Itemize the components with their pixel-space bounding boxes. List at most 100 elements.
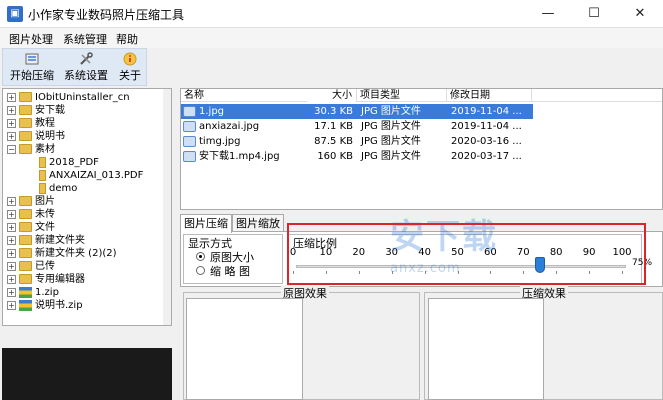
expand-icon[interactable]: + — [7, 209, 16, 219]
radio-original-size[interactable] — [196, 252, 205, 261]
window-title: 小作家专业数码照片压缩工具 — [28, 8, 185, 22]
close-button[interactable]: ✕ — [617, 0, 663, 28]
tree-item-label: 素材 — [35, 144, 55, 155]
file-type: JPG 图片文件 — [361, 121, 421, 132]
expand-icon[interactable]: + — [7, 105, 16, 115]
expand-icon[interactable]: + — [7, 261, 16, 271]
folder-icon — [19, 131, 32, 141]
tree-item[interactable]: +1.zip — [7, 286, 59, 299]
about-button[interactable]: 关于 — [116, 50, 144, 86]
folder-icon — [19, 274, 32, 284]
maximize-button[interactable]: ☐ — [571, 0, 617, 28]
tools-icon — [80, 52, 93, 65]
folder-icon — [19, 92, 32, 102]
file-date: 2020-03-17 ... — [451, 151, 522, 162]
compressed-image-box — [428, 298, 544, 400]
tree-item[interactable]: + IObitUninstaller_cn — [7, 91, 130, 104]
tree-item[interactable]: + 未传 — [7, 208, 55, 221]
original-image-box — [186, 298, 303, 400]
tree-subitem[interactable]: ANXAIZAI_013.PDF — [39, 169, 143, 182]
file-date: 2019-11-04 ... — [451, 121, 522, 132]
tab-zoom[interactable]: 图片缩放 — [232, 214, 284, 232]
system-settings-label: 系统设置 — [64, 69, 108, 82]
tree-item[interactable]: − 素材 — [7, 143, 55, 156]
radio-thumbnail-label[interactable]: 缩 略 图 — [210, 263, 250, 279]
start-compress-button[interactable]: 开始压缩 — [9, 50, 55, 86]
system-settings-button[interactable]: 系统设置 — [64, 50, 108, 86]
tree-item-label: 专用编辑器 — [35, 274, 85, 285]
file-type: JPG 图片文件 — [361, 136, 421, 147]
tab-compress[interactable]: 图片压缩 — [180, 214, 232, 233]
folder-icon — [19, 235, 32, 245]
menu-help[interactable]: 帮助 — [116, 31, 138, 47]
collapse-icon[interactable]: − — [7, 144, 16, 154]
folder-icon — [19, 118, 32, 128]
file-type: JPG 图片文件 — [361, 106, 421, 117]
expand-icon[interactable]: + — [7, 300, 16, 310]
zip-icon — [19, 299, 32, 311]
jpg-file-icon — [183, 104, 196, 119]
file-type: JPG 图片文件 — [361, 151, 421, 162]
expand-icon[interactable]: + — [7, 235, 16, 245]
radio-thumbnail[interactable] — [196, 266, 205, 275]
app-icon: ▣ — [7, 6, 23, 22]
tree-subitem[interactable]: demo — [39, 182, 77, 195]
tree-subitem[interactable]: 2018_PDF — [39, 156, 99, 169]
menu-system-management[interactable]: 系统管理 — [63, 31, 107, 47]
folder-icon — [19, 222, 32, 232]
file-name: 1.jpg — [199, 106, 225, 117]
tree-item[interactable]: + 新建文件夹 — [7, 234, 85, 247]
file-name: timg.jpg — [199, 136, 241, 147]
zip-icon — [19, 286, 32, 298]
file-date: 2020-03-16 ... — [451, 136, 522, 147]
tree-item[interactable]: + 文件 — [7, 221, 55, 234]
expand-icon[interactable]: + — [7, 274, 16, 284]
file-row-selected[interactable]: 1.jpg 30.3 KB JPG 图片文件 2019-11-04 ... — [181, 104, 533, 119]
file-row[interactable]: timg.jpg 87.5 KB JPG 图片文件 2020-03-16 ... — [181, 134, 662, 149]
file-row[interactable]: anxiazai.jpg 17.1 KB JPG 图片文件 2019-11-04… — [181, 119, 662, 134]
file-list[interactable]: 名称 大小 项目类型 修改日期 1.jpg 30.3 KB JPG 图片文件 2… — [180, 88, 663, 210]
expand-icon[interactable]: + — [7, 222, 16, 232]
tree-item-label: 教程 — [35, 118, 55, 129]
tree-item-label: 安下载 — [35, 105, 65, 116]
folder-tree[interactable]: + IObitUninstaller_cn + 安下载 + 教程 + 说明书 − 素材 2… — [2, 88, 172, 326]
column-header-date[interactable]: 修改日期 — [447, 89, 532, 102]
expand-icon[interactable]: + — [7, 287, 16, 297]
file-list-header: 名称 大小 项目类型 修改日期 — [181, 89, 662, 102]
menu-image-processing[interactable]: 图片处理 — [9, 31, 53, 47]
file-size: 17.1 KB — [314, 121, 353, 132]
pane-splitter[interactable] — [173, 88, 179, 400]
file-name: 安下载1.mp4.jpg — [199, 151, 280, 162]
tree-item[interactable]: + 新建文件夹 (2)(2) — [7, 247, 117, 260]
tree-item[interactable]: + 安下载 — [7, 104, 65, 117]
file-row[interactable]: 安下载1.mp4.jpg 160 KB JPG 图片文件 2020-03-17 … — [181, 149, 662, 164]
expand-icon[interactable]: + — [7, 131, 16, 141]
tree-item[interactable]: + 教程 — [7, 117, 55, 130]
tree-item[interactable]: + 专用编辑器 — [7, 273, 85, 286]
compress-icon — [25, 53, 39, 65]
folder-icon — [19, 248, 32, 258]
folder-icon — [19, 105, 32, 115]
expand-icon[interactable]: + — [7, 196, 16, 206]
expand-icon[interactable]: + — [7, 248, 16, 258]
highlight-annotation-box — [287, 223, 646, 285]
tree-item-label: 图片 — [35, 196, 55, 207]
tree-item-label: 1.zip — [35, 287, 59, 298]
tree-item-label: 未传 — [35, 209, 55, 220]
expand-icon[interactable]: + — [7, 92, 16, 102]
start-compress-label: 开始压缩 — [10, 69, 54, 82]
tree-item-label: IObitUninstaller_cn — [35, 92, 130, 103]
column-header-type[interactable]: 项目类型 — [357, 89, 447, 102]
tree-scrollbar[interactable] — [163, 89, 171, 325]
folder-icon — [19, 209, 32, 219]
folder-icon — [39, 169, 46, 181]
expand-icon[interactable]: + — [7, 118, 16, 128]
tree-item[interactable]: + 已传 — [7, 260, 55, 273]
info-icon — [123, 52, 137, 66]
tree-item[interactable]: + 图片 — [7, 195, 55, 208]
tree-item[interactable]: + 说明书 — [7, 130, 65, 143]
folder-icon — [39, 182, 46, 194]
tree-item[interactable]: + 说明书.zip — [7, 299, 83, 312]
minimize-button[interactable]: — — [525, 0, 571, 28]
column-header-size[interactable]: 大小 — [307, 89, 357, 102]
